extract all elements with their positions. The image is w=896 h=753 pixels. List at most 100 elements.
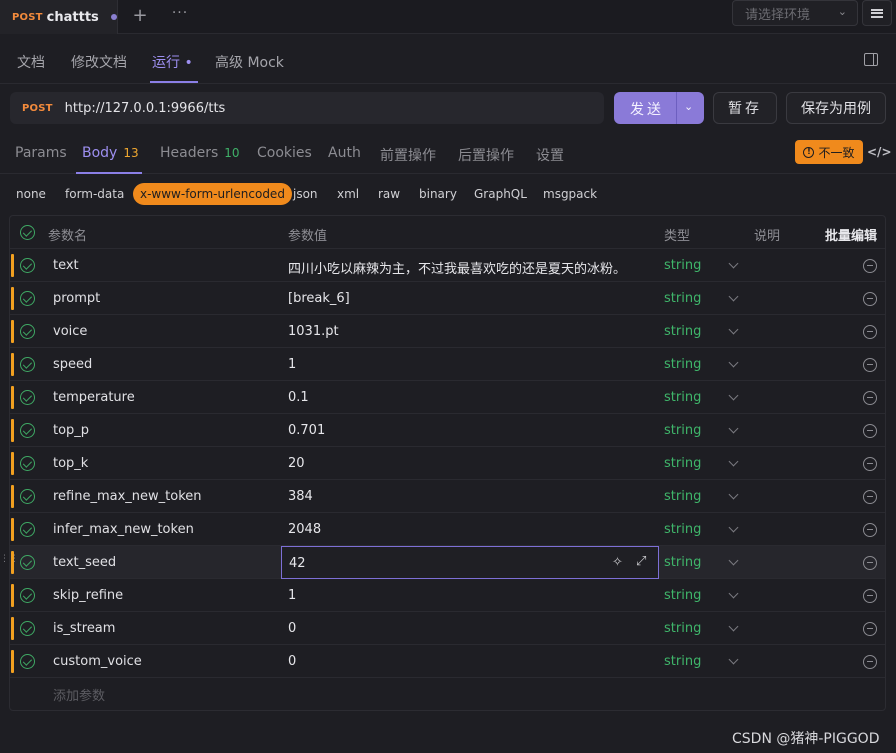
row-check-icon[interactable] xyxy=(20,357,35,372)
param-name[interactable]: top_p xyxy=(53,423,89,438)
table-row[interactable]: speed 1 string xyxy=(10,348,885,381)
table-row[interactable]: top_k 20 string xyxy=(10,447,885,480)
remove-minus-icon[interactable] xyxy=(863,325,877,339)
param-name[interactable]: top_k xyxy=(53,456,88,471)
send-button[interactable]: 发送 ⌄ xyxy=(614,92,704,124)
drag-handle-icon[interactable]: ⋮⋮ xyxy=(0,555,20,564)
param-type[interactable]: string xyxy=(664,654,701,669)
body-type-form-data[interactable]: form-data xyxy=(65,187,124,201)
menu-button[interactable] xyxy=(862,0,892,26)
row-check-icon[interactable] xyxy=(20,654,35,669)
body-type-graphql[interactable]: GraphQL xyxy=(474,187,527,201)
type-chevron-down-icon[interactable] xyxy=(728,324,739,335)
param-name[interactable]: text xyxy=(53,258,79,273)
param-name[interactable]: speed xyxy=(53,357,92,372)
nav-docs[interactable]: 文档 xyxy=(17,52,45,72)
tab-auth[interactable]: Auth xyxy=(328,145,361,161)
param-name[interactable]: is_stream xyxy=(53,621,115,636)
param-name[interactable]: prompt xyxy=(53,291,100,306)
panel-layout-icon[interactable] xyxy=(864,53,878,66)
param-value-editor[interactable]: 42 ✧ ⤢ xyxy=(281,546,659,579)
param-value[interactable]: 42 xyxy=(289,556,306,571)
body-type-binary[interactable]: binary xyxy=(419,187,457,201)
param-value[interactable]: 384 xyxy=(288,489,313,504)
remove-minus-icon[interactable] xyxy=(863,391,877,405)
type-chevron-down-icon[interactable] xyxy=(728,423,739,434)
param-name[interactable]: custom_voice xyxy=(53,654,142,669)
param-value[interactable]: 0 xyxy=(288,654,296,669)
expand-icon[interactable]: ⤢ xyxy=(636,554,646,569)
code-icon[interactable]: </> xyxy=(867,145,892,159)
nav-edit-docs[interactable]: 修改文档 xyxy=(71,52,127,72)
param-type[interactable]: string xyxy=(664,621,701,636)
mismatch-badge[interactable]: ! 不一致 xyxy=(795,140,863,164)
remove-minus-icon[interactable] xyxy=(863,424,877,438)
param-value[interactable]: 1031.pt xyxy=(288,324,339,339)
tab-cookies[interactable]: Cookies xyxy=(257,145,312,161)
body-type-none[interactable]: none xyxy=(16,187,46,201)
table-row[interactable]: ⋮⋮ text_seed 42 ✧ ⤢ string xyxy=(0,546,885,579)
remove-minus-icon[interactable] xyxy=(863,589,877,603)
type-chevron-down-icon[interactable] xyxy=(728,258,739,269)
type-chevron-down-icon[interactable] xyxy=(728,291,739,302)
table-row[interactable]: temperature 0.1 string xyxy=(10,381,885,414)
url-input[interactable]: http://127.0.0.1:9966/tts xyxy=(65,101,226,116)
table-row[interactable]: refine_max_new_token 384 string xyxy=(10,480,885,513)
type-chevron-down-icon[interactable] xyxy=(728,456,739,467)
param-type[interactable]: string xyxy=(664,357,701,372)
tab-pre-ops[interactable]: 前置操作 xyxy=(380,145,436,165)
body-type-raw[interactable]: raw xyxy=(378,187,400,201)
body-type-urlencoded[interactable]: x-www-form-urlencoded xyxy=(133,183,292,205)
table-row[interactable]: prompt [break_6] string xyxy=(10,282,885,315)
row-check-icon[interactable] xyxy=(20,324,35,339)
row-check-icon[interactable] xyxy=(20,621,35,636)
row-check-icon[interactable] xyxy=(20,489,35,504)
table-row[interactable]: voice 1031.pt string xyxy=(10,315,885,348)
save-draft-button[interactable]: 暂存 xyxy=(713,92,777,124)
type-chevron-down-icon[interactable] xyxy=(728,390,739,401)
method-tag[interactable]: POST xyxy=(22,103,53,114)
param-type[interactable]: string xyxy=(664,258,701,273)
remove-minus-icon[interactable] xyxy=(863,490,877,504)
remove-minus-icon[interactable] xyxy=(863,556,877,570)
environment-select[interactable]: 请选择环境 ⌄ xyxy=(732,0,858,26)
url-bar[interactable]: POST http://127.0.0.1:9966/tts xyxy=(10,92,604,124)
row-check-icon[interactable] xyxy=(20,522,35,537)
remove-minus-icon[interactable] xyxy=(863,622,877,636)
nav-run[interactable]: 运行 • xyxy=(152,52,193,72)
remove-minus-icon[interactable] xyxy=(863,457,877,471)
more-dots-icon[interactable]: ··· xyxy=(170,5,190,25)
param-value[interactable]: [break_6] xyxy=(288,291,350,306)
param-type[interactable]: string xyxy=(664,324,701,339)
param-value[interactable]: 20 xyxy=(288,456,305,471)
row-check-icon[interactable] xyxy=(20,258,35,273)
type-chevron-down-icon[interactable] xyxy=(728,357,739,368)
row-check-icon[interactable] xyxy=(20,588,35,603)
magic-wand-icon[interactable]: ✧ xyxy=(612,555,623,570)
table-row[interactable]: text 四川小吃以麻辣为主，不过我最喜欢吃的还是夏天的冰粉。 string xyxy=(10,249,885,282)
body-type-json[interactable]: json xyxy=(293,187,318,201)
param-type[interactable]: string xyxy=(664,489,701,504)
param-name[interactable]: refine_max_new_token xyxy=(53,489,202,504)
param-name[interactable]: voice xyxy=(53,324,87,339)
param-name[interactable]: text_seed xyxy=(53,555,116,570)
param-value[interactable]: 2048 xyxy=(288,522,321,537)
param-value[interactable]: 1 xyxy=(288,588,296,603)
remove-minus-icon[interactable] xyxy=(863,523,877,537)
param-value[interactable]: 1 xyxy=(288,357,296,372)
table-row[interactable]: infer_max_new_token 2048 string xyxy=(10,513,885,546)
tab-headers[interactable]: Headers 10 xyxy=(160,145,240,161)
param-value[interactable]: 0 xyxy=(288,621,296,636)
request-tab[interactable]: POST chattts xyxy=(0,0,118,34)
remove-minus-icon[interactable] xyxy=(863,655,877,669)
remove-minus-icon[interactable] xyxy=(863,292,877,306)
tab-settings[interactable]: 设置 xyxy=(536,145,564,165)
table-row[interactable]: top_p 0.701 string xyxy=(10,414,885,447)
bulk-edit-button[interactable]: 批量编辑 xyxy=(825,225,877,244)
param-name[interactable]: infer_max_new_token xyxy=(53,522,194,537)
tab-params[interactable]: Params xyxy=(15,145,67,161)
row-check-icon[interactable] xyxy=(20,555,35,570)
row-check-icon[interactable] xyxy=(20,456,35,471)
type-chevron-down-icon[interactable] xyxy=(728,654,739,665)
param-type[interactable]: string xyxy=(664,456,701,471)
